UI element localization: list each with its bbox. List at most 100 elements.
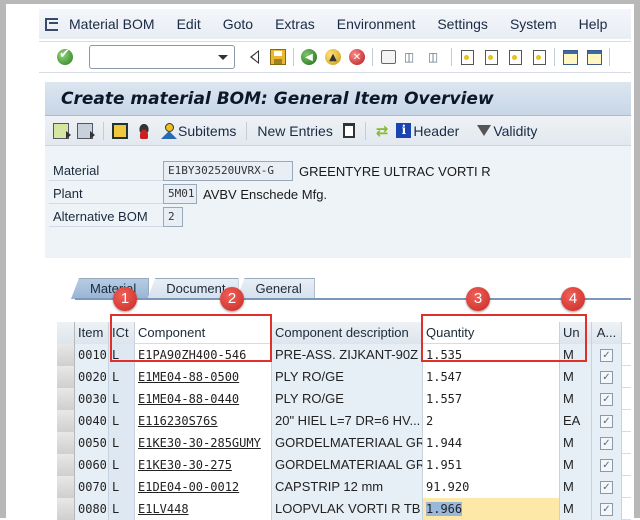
menu-goto[interactable]: Goto [223, 16, 253, 32]
item-category-cell-value[interactable]: L [112, 502, 119, 516]
table-row[interactable]: 0080 L E1LV448 LOOPVLAK VORTI R TB ... 1.966… [57, 498, 631, 520]
component-cell[interactable]: E1ME04-88-0500 [135, 366, 272, 388]
component-cell[interactable]: E1LV448 [135, 498, 272, 520]
material-field[interactable]: E1BY302520UVRX-G [163, 161, 293, 181]
unit-cell[interactable]: M [560, 388, 592, 410]
column-header-item[interactable]: Item [75, 322, 109, 344]
assembly-checkbox[interactable]: ✓ [600, 503, 613, 516]
component-cell[interactable]: E1ME04-88-0440 [135, 388, 272, 410]
item-category-cell-value[interactable]: L [112, 370, 119, 384]
assembly-checkbox-cell[interactable]: ✓ [592, 410, 622, 432]
quantity-cell-value[interactable]: 1.966 [426, 502, 463, 516]
menu-help[interactable]: Help [579, 16, 608, 32]
chevron-down-icon[interactable] [218, 55, 228, 60]
item-category-cell-value[interactable]: L [112, 480, 119, 494]
unit-cell[interactable]: M [560, 498, 592, 520]
item-category-cell[interactable]: L [109, 366, 135, 388]
first-page-icon[interactable] [458, 48, 476, 66]
component-cell-value[interactable]: E1DE04-00-0012 [138, 480, 239, 494]
split-screen-icon[interactable] [112, 122, 128, 139]
quantity-cell[interactable]: 2 [423, 410, 560, 432]
quantity-cell-value[interactable]: 1.951 [426, 458, 462, 472]
item-category-cell[interactable]: L [109, 498, 135, 520]
validity-button[interactable]: Validity [493, 123, 537, 139]
component-cell-value[interactable]: E1ME04-88-0500 [138, 370, 239, 384]
quantity-cell[interactable]: 1.547 [423, 366, 560, 388]
exit-icon[interactable]: ▲ [324, 48, 342, 66]
back-icon[interactable] [245, 48, 263, 66]
component-cell-value[interactable]: E116230S76S [138, 414, 217, 428]
cancel-icon[interactable]: ✕ [348, 48, 366, 66]
item-category-cell[interactable]: L [109, 454, 135, 476]
component-cell-value[interactable]: E1KE30-30-285GUMY [138, 436, 261, 450]
subitems-icon[interactable] [160, 122, 177, 139]
info-icon[interactable]: i [396, 123, 412, 138]
table-row[interactable]: 0030 L E1ME04-88-0440 PLY RO/GE 1.557 M ✓ [57, 388, 631, 410]
unit-cell[interactable]: M [560, 432, 592, 454]
find-icon[interactable]: ▯▯ [403, 48, 421, 66]
assembly-checkbox[interactable]: ✓ [600, 437, 613, 450]
quantity-cell[interactable]: 1.951 [423, 454, 560, 476]
print-icon[interactable] [379, 48, 397, 66]
menu-system[interactable]: System [510, 16, 557, 32]
row-selector[interactable] [57, 476, 75, 498]
table-row[interactable]: 0020 L E1ME04-88-0500 PLY RO/GE 1.547 M ✓ [57, 366, 631, 388]
command-field[interactable] [89, 45, 235, 69]
component-cell-value[interactable]: E1ME04-88-0440 [138, 392, 239, 406]
system-menu-icon[interactable] [43, 17, 61, 31]
item-category-cell-value[interactable]: L [112, 458, 119, 472]
menu-settings[interactable]: Settings [437, 16, 488, 32]
row-selector[interactable] [57, 454, 75, 476]
item-category-cell[interactable]: L [109, 432, 135, 454]
enter-icon[interactable] [57, 47, 73, 65]
unit-cell-value[interactable]: M [563, 435, 574, 450]
select-all-cell[interactable] [57, 322, 75, 344]
unit-cell-value[interactable]: M [563, 369, 574, 384]
menu-material-bom[interactable]: Material BOM [69, 16, 155, 32]
item-category-cell-value[interactable]: L [112, 414, 119, 428]
alternative-bom-field[interactable]: 2 [163, 207, 183, 227]
item-category-cell[interactable]: L [109, 476, 135, 498]
unit-cell[interactable]: M [560, 366, 592, 388]
assembly-checkbox-cell[interactable]: ✓ [592, 366, 622, 388]
assembly-checkbox[interactable]: ✓ [600, 393, 613, 406]
item-detail-alt-icon[interactable] [77, 122, 95, 139]
component-cell[interactable]: E1KE30-30-275 [135, 454, 272, 476]
assembly-checkbox[interactable]: ✓ [600, 481, 613, 494]
unit-cell[interactable]: M [560, 454, 592, 476]
swap-icon[interactable]: ⇄ [376, 122, 389, 140]
quantity-cell[interactable]: 1.557 [423, 388, 560, 410]
save-icon[interactable] [269, 48, 287, 66]
assembly-checkbox[interactable]: ✓ [600, 371, 613, 384]
item-category-cell-value[interactable]: L [112, 436, 119, 450]
assembly-checkbox-cell[interactable]: ✓ [592, 388, 622, 410]
unit-cell-value[interactable]: M [563, 501, 574, 516]
row-selector[interactable] [57, 388, 75, 410]
row-selector[interactable] [57, 344, 75, 366]
tab-material[interactable]: Material [71, 278, 150, 299]
quantity-cell[interactable]: 1.944 [423, 432, 560, 454]
assembly-checkbox-cell[interactable]: ✓ [592, 432, 622, 454]
quantity-cell-value[interactable]: 91.920 [426, 480, 469, 494]
tab-general[interactable]: General [236, 278, 315, 299]
hat-icon[interactable] [136, 122, 152, 139]
component-cell[interactable]: E1DE04-00-0012 [135, 476, 272, 498]
assembly-checkbox-cell[interactable]: ✓ [592, 344, 622, 366]
component-cell-value[interactable]: E1LV448 [138, 502, 189, 516]
assembly-checkbox-cell[interactable]: ✓ [592, 476, 622, 498]
unit-cell-value[interactable]: M [563, 391, 574, 406]
back-green-icon[interactable]: ◀ [300, 48, 318, 66]
assembly-checkbox[interactable]: ✓ [600, 349, 613, 362]
quantity-cell-value[interactable]: 1.547 [426, 370, 462, 384]
delete-icon[interactable] [342, 123, 355, 138]
menu-environment[interactable]: Environment [337, 16, 416, 32]
find-next-icon[interactable]: ▯▯ [427, 48, 445, 66]
quantity-cell-value[interactable]: 1.557 [426, 392, 462, 406]
subitems-button[interactable]: Subitems [178, 123, 236, 139]
row-selector[interactable] [57, 498, 75, 520]
item-category-cell[interactable]: L [109, 410, 135, 432]
new-entries-button[interactable]: New Entries [257, 123, 332, 139]
unit-cell[interactable]: M [560, 476, 592, 498]
command-input[interactable] [94, 47, 214, 67]
filter-icon[interactable] [477, 125, 492, 136]
